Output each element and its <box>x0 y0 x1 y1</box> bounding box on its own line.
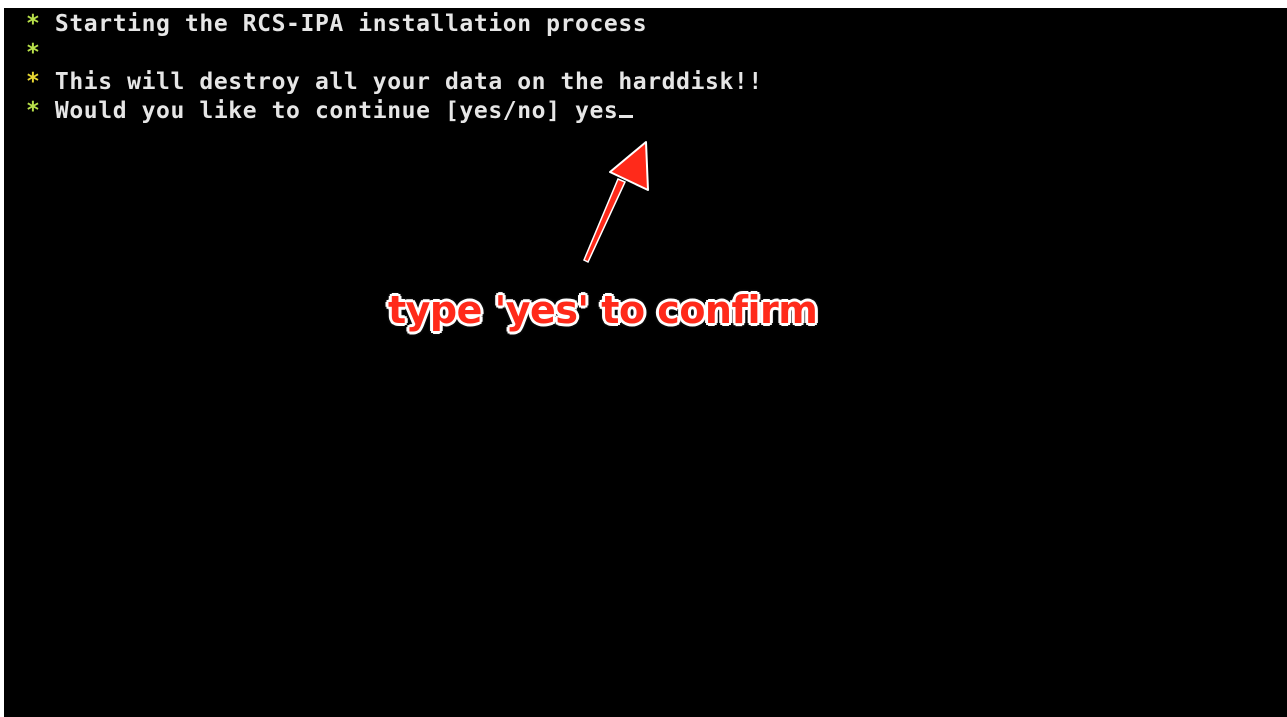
console-line-warning: * This will destroy all your data on the… <box>26 68 763 97</box>
console-text: Starting the RCS-IPA installation proces… <box>54 11 648 37</box>
prompt-text: Would you like to continue [yes/no] <box>54 98 561 124</box>
annotation-label: type 'yes' to confirm <box>388 288 818 332</box>
bullet-icon: * <box>26 11 41 37</box>
console-line-starting: * Starting the RCS-IPA installation proc… <box>26 10 647 39</box>
cursor-icon <box>619 115 634 118</box>
arrow-head <box>609 141 649 191</box>
arrow-shaft <box>583 178 627 264</box>
bullet-icon: * <box>26 98 41 124</box>
bullet-icon: * <box>26 40 41 66</box>
bullet-icon: * <box>26 69 41 95</box>
console-line-prompt[interactable]: * Would you like to continue [yes/no] ye… <box>26 97 634 126</box>
console-line-blank: * <box>26 39 40 68</box>
terminal-screen: * Starting the RCS-IPA installation proc… <box>4 8 1287 717</box>
prompt-input[interactable]: yes <box>575 98 618 124</box>
console-text: This will destroy all your data on the h… <box>54 69 763 95</box>
